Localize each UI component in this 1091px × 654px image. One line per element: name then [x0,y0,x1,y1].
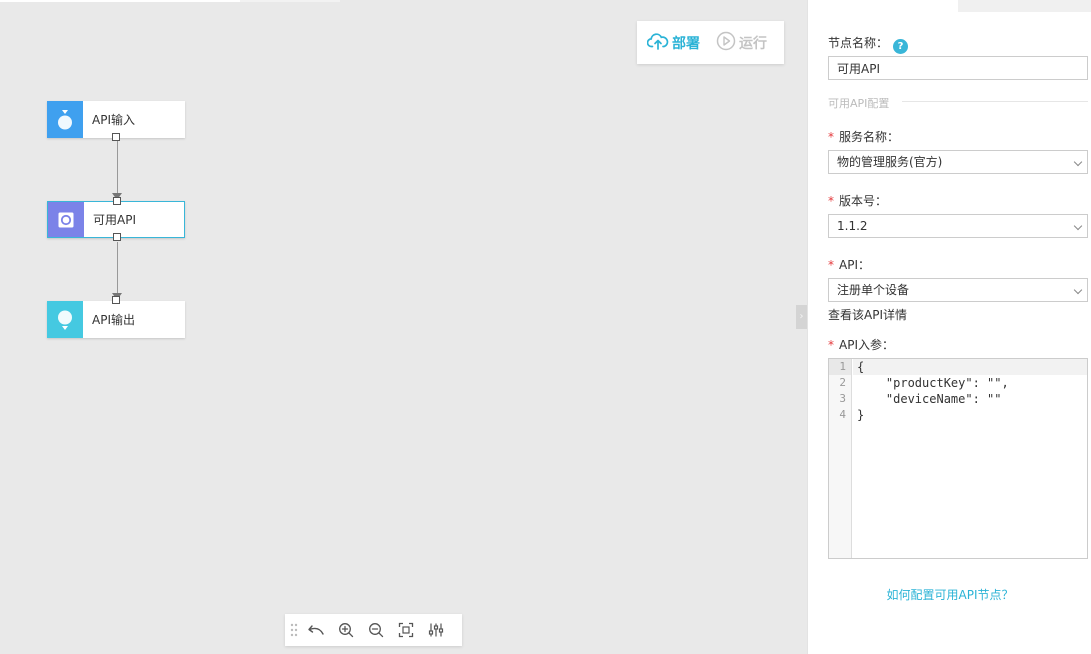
edge-input-to-api [117,141,118,193]
code-line: } [857,408,865,422]
tab-strip-inactive [240,0,340,2]
flow-canvas[interactable]: 部署 运行 API输入 可用API API输出 › [0,0,807,654]
node-available-api[interactable]: 可用API [47,197,185,241]
required-mark: * [828,194,834,208]
help-icon[interactable]: ? [893,39,909,54]
api-output-icon [47,301,83,338]
code-line: "productKey": "", [857,376,1009,390]
divider [902,101,1088,102]
code-editor[interactable]: 1 2 3 4 { "productKey": "", "deviceName"… [828,358,1088,559]
version-select[interactable]: 1.1.2 [828,214,1088,238]
section-title: 可用API配置 [828,97,890,110]
node-name-label: 节点名称： [828,36,889,50]
fit-screen-icon[interactable] [391,614,421,646]
output-port[interactable] [113,233,121,241]
node-name-input[interactable] [828,56,1088,80]
required-mark: * [828,338,834,352]
api-input-icon [47,101,83,138]
node-api-input[interactable]: API输入 [47,101,185,141]
deploy-button[interactable]: 部署 [646,32,700,54]
chevron-down-icon [1073,221,1083,231]
help-link[interactable]: 如何配置可用API节点？ [808,586,1091,603]
service-value: 物的管理服务(官方) [837,155,943,169]
tab-strip [0,0,240,2]
version-label-row: * 版本号： [828,192,887,209]
cloud-upload-icon [646,32,672,54]
line-number: 3 [839,392,846,405]
zoom-in-icon[interactable] [331,614,361,646]
required-mark: * [828,130,834,144]
params-label-row: * API入参： [828,336,894,353]
deploy-label: 部署 [672,35,700,52]
play-icon [716,31,739,55]
code-content[interactable]: { "productKey": "", "deviceName": "" } [853,359,1087,423]
version-label: 版本号： [839,194,888,208]
available-api-icon [48,202,84,237]
line-number: 2 [839,376,846,389]
input-port[interactable] [112,296,120,304]
run-label: 运行 [739,35,767,52]
canvas-toolbar [285,614,462,646]
undo-icon[interactable] [301,614,331,646]
action-bar: 部署 运行 [637,21,784,64]
service-label-row: * 服务名称： [828,128,899,145]
version-value: 1.1.2 [837,219,868,233]
required-mark: * [828,258,834,272]
service-select[interactable]: 物的管理服务(官方) [828,150,1088,174]
chevron-down-icon [1073,157,1083,167]
line-number: 4 [839,408,846,421]
line-number: 1 [829,359,851,375]
service-label: 服务名称： [839,130,900,144]
drag-handle-icon[interactable] [287,614,301,646]
api-label-row: * API： [828,256,870,273]
properties-panel: 节点名称：? 可用API配置 * 服务名称： 物的管理服务(官方) * 版本号： 1… [807,0,1091,654]
settings-icon[interactable] [421,614,451,646]
node-label: 可用API [93,213,136,227]
output-port[interactable] [112,133,120,141]
input-port[interactable] [113,197,121,205]
edge-api-to-output [117,242,118,293]
node-label: API输出 [92,313,135,327]
node-label: API输入 [92,113,135,127]
code-line: "deviceName": "" [857,392,1002,406]
view-api-detail-link[interactable]: 查看该API详情 [828,306,907,323]
api-label: API： [839,258,870,272]
panel-collapse-handle[interactable]: › [796,305,807,329]
chevron-down-icon [1073,285,1083,295]
zoom-out-icon[interactable] [361,614,391,646]
code-line: { [853,359,1087,375]
node-api-output[interactable]: API输出 [47,296,185,338]
api-select[interactable]: 注册单个设备 [828,278,1088,302]
line-number-gutter: 1 2 3 4 [829,359,852,558]
panel-tab[interactable] [958,0,1091,12]
params-label: API入参： [839,338,894,352]
api-value: 注册单个设备 [837,283,910,297]
node-name-label-row: 节点名称：? [828,34,909,54]
run-button[interactable]: 运行 [716,31,767,55]
